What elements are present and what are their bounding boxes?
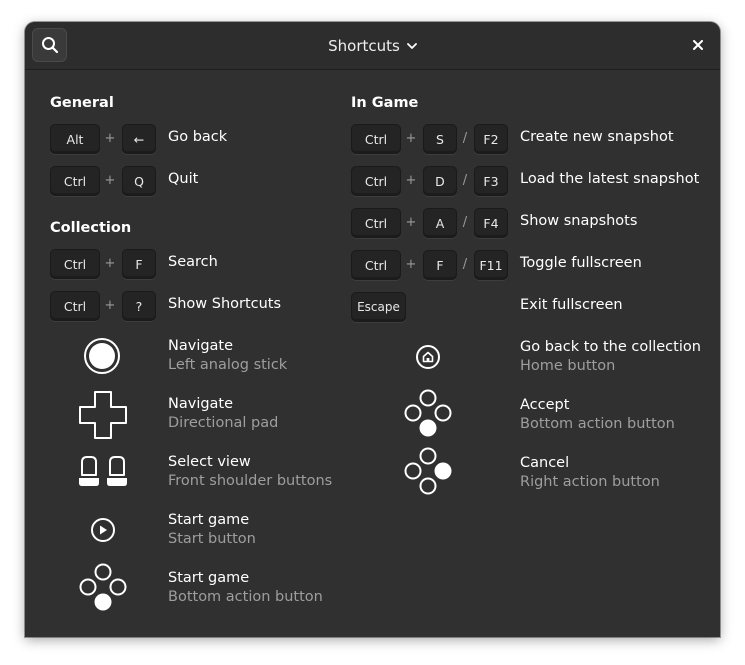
right-action-button-icon: [404, 447, 452, 495]
shortcut-label-show-shortcuts: Show Shortcuts: [168, 296, 282, 312]
key-q: Q: [122, 166, 156, 196]
key-escape: Escape: [351, 292, 406, 322]
shoulder-buttons-icon: [79, 456, 127, 486]
shortcut-label-load-snapshot: Load the latest snapshot: [520, 171, 700, 187]
shortcut-label-search: Search: [168, 254, 218, 270]
bottom-action-button-icon: [79, 563, 127, 611]
gesture-label: Start game: [168, 512, 250, 528]
gesture-sublabel: Directional pad: [168, 415, 279, 431]
key-s: S: [423, 124, 457, 154]
key-alt: Alt: [50, 124, 100, 154]
key-f: F: [423, 250, 457, 280]
key-f2: F2: [474, 124, 508, 154]
shortcut-label-quit: Quit: [168, 171, 199, 187]
title-area: Shortcuts: [25, 22, 720, 69]
key-f3: F3: [474, 166, 508, 196]
plus-separator: +: [405, 215, 417, 230]
gesture-label: Cancel: [520, 455, 570, 471]
analog-stick-icon: [84, 338, 120, 374]
section-title-collection: Collection: [50, 220, 132, 236]
gesture-label: Navigate: [168, 338, 234, 354]
gesture-label: Accept: [520, 397, 570, 413]
chevron-down-icon: [406, 42, 417, 49]
close-icon: [693, 40, 703, 50]
shortcut-label-show-snapshots: Show snapshots: [520, 213, 638, 229]
gesture-label: Navigate: [168, 396, 234, 412]
bottom-action-button-icon: [404, 389, 452, 437]
key-d: D: [423, 166, 457, 196]
key-question: ?: [122, 291, 156, 321]
gesture-sublabel: Front shoulder buttons: [168, 473, 333, 489]
plus-separator: +: [405, 131, 417, 146]
key-left-arrow: ←: [122, 124, 156, 154]
shortcut-label-toggle-fullscreen: Toggle fullscreen: [520, 255, 642, 271]
shortcut-label-exit-fullscreen: Exit fullscreen: [520, 297, 623, 313]
gesture-label: Start game: [168, 570, 250, 586]
section-title-in-game: In Game: [351, 95, 419, 111]
section-selector[interactable]: Shortcuts: [328, 37, 417, 55]
gesture-sublabel: Bottom action button: [520, 416, 675, 432]
section-title-general: General: [50, 95, 114, 111]
slash-separator: /: [462, 215, 468, 230]
plus-separator: +: [405, 173, 417, 188]
start-button-icon: [91, 518, 115, 542]
gesture-sublabel: Bottom action button: [168, 589, 323, 605]
gesture-sublabel: Start button: [168, 531, 256, 547]
gesture-sublabel: Right action button: [520, 474, 660, 490]
gesture-sublabel: Left analog stick: [168, 357, 288, 373]
key-ctrl: Ctrl: [50, 291, 100, 321]
plus-separator: +: [104, 256, 116, 271]
key-ctrl: Ctrl: [50, 166, 100, 196]
gesture-sublabel: Home button: [520, 358, 616, 374]
plus-separator: +: [104, 131, 116, 146]
key-f4: F4: [474, 208, 508, 238]
key-ctrl: Ctrl: [351, 250, 401, 280]
header-bar: Shortcuts: [25, 22, 720, 70]
home-button-icon: [416, 345, 440, 369]
key-ctrl: Ctrl: [351, 208, 401, 238]
gesture-label: Go back to the collection: [520, 339, 701, 355]
key-a: A: [423, 208, 457, 238]
key-ctrl: Ctrl: [351, 166, 401, 196]
dpad-icon: [79, 391, 127, 439]
key-ctrl: Ctrl: [351, 124, 401, 154]
plus-separator: +: [104, 298, 116, 313]
slash-separator: /: [462, 131, 468, 146]
plus-separator: +: [104, 173, 116, 188]
window-title: Shortcuts: [328, 36, 400, 55]
plus-separator: +: [405, 257, 417, 272]
slash-separator: /: [462, 257, 468, 272]
shortcuts-window: Shortcuts General Alt + ← Go back Ctrl +…: [25, 22, 720, 637]
key-f11: F11: [474, 250, 508, 280]
close-button[interactable]: [689, 36, 707, 54]
key-f: F: [122, 249, 156, 279]
slash-separator: /: [462, 173, 468, 188]
gesture-label: Select view: [168, 454, 251, 470]
shortcut-label-create-snapshot: Create new snapshot: [520, 129, 674, 145]
shortcut-label-go-back: Go back: [168, 129, 228, 145]
key-ctrl: Ctrl: [50, 249, 100, 279]
